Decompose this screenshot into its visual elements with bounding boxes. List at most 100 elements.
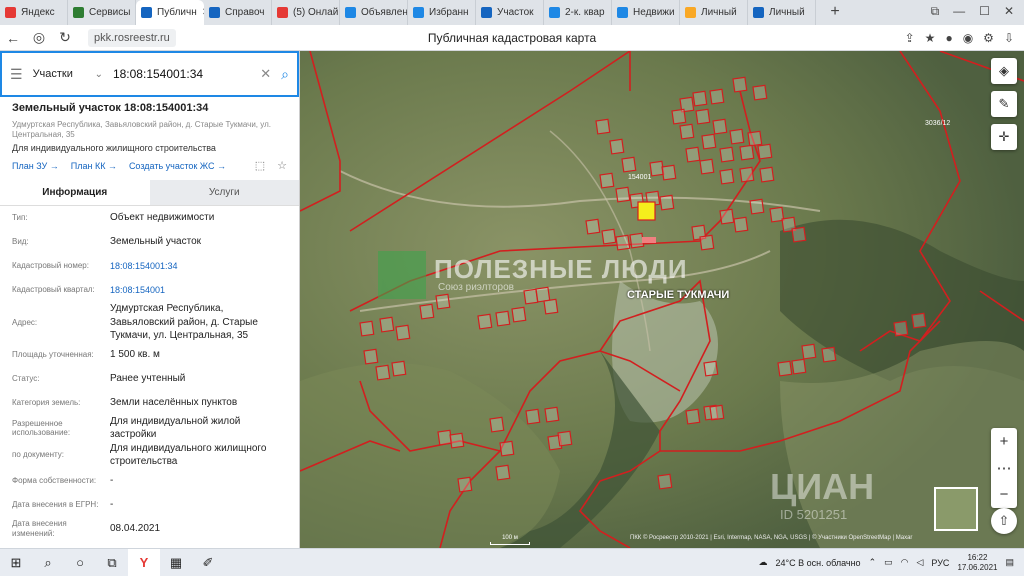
- cadastral-plot[interactable]: [379, 316, 395, 333]
- cadastral-plot[interactable]: [739, 166, 755, 183]
- cadastral-plot[interactable]: [615, 186, 631, 203]
- search-input[interactable]: 18:08:154001:34: [113, 67, 250, 81]
- chevron-down-icon[interactable]: ⌄: [95, 69, 103, 80]
- browser-tab[interactable]: Публичн✕: [136, 0, 204, 25]
- cadastral-plot[interactable]: [557, 430, 573, 447]
- cadastral-plot[interactable]: [791, 358, 807, 375]
- browser-tab[interactable]: Избранн: [408, 0, 476, 25]
- browser-tab[interactable]: Личный: [680, 0, 748, 25]
- cadastral-plot[interactable]: [709, 88, 725, 105]
- search-type-select[interactable]: Участки: [33, 68, 85, 80]
- task-view-icon[interactable]: ⧉: [96, 549, 128, 577]
- cadastral-plot[interactable]: [659, 194, 675, 211]
- cadastral-plot[interactable]: [719, 168, 735, 185]
- maximize-icon[interactable]: ☐: [979, 4, 990, 19]
- locate-icon[interactable]: ✛: [991, 124, 1017, 150]
- cadastral-plot[interactable]: [595, 118, 611, 135]
- selected-parcel-highlight[interactable]: [637, 201, 656, 221]
- browser-tab[interactable]: Яндекс: [0, 0, 68, 25]
- cadastral-plot[interactable]: [543, 298, 559, 315]
- cadastral-plot[interactable]: [719, 208, 735, 225]
- info-value[interactable]: 18:08:154001: [110, 284, 287, 296]
- cadastral-plot[interactable]: [759, 166, 775, 183]
- alice-icon[interactable]: ◉: [963, 31, 973, 45]
- minimize-icon[interactable]: —: [953, 4, 965, 19]
- cadastral-plot[interactable]: [685, 408, 701, 425]
- cadastral-plot[interactable]: [544, 406, 560, 423]
- tab-information[interactable]: Информация: [0, 180, 150, 205]
- favorite-icon[interactable]: ☆: [277, 159, 287, 172]
- cadastral-plot[interactable]: [679, 123, 695, 140]
- cadastral-plot[interactable]: [489, 416, 505, 433]
- cadastral-plot[interactable]: [911, 312, 927, 329]
- cadastral-plot[interactable]: [752, 84, 768, 101]
- cadastral-plot[interactable]: [893, 320, 909, 337]
- weather-text[interactable]: 24°C В осн. облачно: [775, 558, 860, 568]
- extension-icon[interactable]: ●: [945, 31, 952, 45]
- cadastral-plot[interactable]: [712, 118, 728, 135]
- cadastral-plot[interactable]: [477, 313, 493, 330]
- cadastral-plot[interactable]: [719, 146, 735, 163]
- minimap-thumbnail[interactable]: [934, 487, 978, 531]
- cadastral-plot[interactable]: [449, 432, 465, 449]
- cadastral-plot[interactable]: [609, 138, 625, 155]
- ruler-icon[interactable]: ✎: [991, 91, 1017, 117]
- cadastral-plot[interactable]: [699, 158, 715, 175]
- cadastral-plot[interactable]: [821, 346, 837, 363]
- windows-start-icon[interactable]: ⊞: [0, 549, 32, 577]
- plan-zu-link[interactable]: План ЗУ →: [12, 161, 59, 171]
- cadastral-plot[interactable]: [419, 303, 435, 320]
- cadastral-plot[interactable]: [709, 404, 725, 421]
- cadastral-plot[interactable]: [701, 133, 717, 150]
- tray-arrow-icon[interactable]: ⌃: [869, 557, 877, 568]
- cadastral-plot[interactable]: [777, 360, 793, 377]
- cadastral-plot[interactable]: [791, 226, 807, 243]
- zoom-more-button[interactable]: ⋯: [997, 459, 1012, 477]
- cadastral-plot[interactable]: [739, 144, 755, 161]
- cadastral-plot[interactable]: [692, 90, 708, 107]
- map-view[interactable]: 154001 ПОЛЕЗНЫЕ ЛЮДИ Союз риэлторов СТАР…: [300, 51, 1024, 548]
- cadastral-plot[interactable]: [495, 310, 511, 327]
- browser-tab[interactable]: 2-к. квар: [544, 0, 612, 25]
- cadastral-plot[interactable]: [671, 108, 687, 125]
- clock[interactable]: 16:22 17.06.2021: [957, 553, 997, 572]
- paint-icon[interactable]: ✐: [192, 549, 224, 577]
- wifi-icon[interactable]: ◠: [901, 557, 909, 568]
- cadastral-plot[interactable]: [801, 343, 817, 360]
- share-icon[interactable]: ⇪: [905, 31, 915, 45]
- clear-icon[interactable]: ✕: [260, 66, 271, 82]
- cadastral-plot[interactable]: [685, 146, 701, 163]
- new-tab-button[interactable]: +: [824, 1, 846, 23]
- cadastral-plot[interactable]: [757, 143, 773, 160]
- cadastral-plot[interactable]: [437, 429, 453, 446]
- downloads-icon[interactable]: ⇩: [1004, 31, 1014, 45]
- cadastral-plot[interactable]: [695, 108, 711, 125]
- browser-tab[interactable]: Объявлен: [340, 0, 408, 25]
- language-indicator[interactable]: РУС: [931, 558, 949, 568]
- weather-icon[interactable]: ☁: [758, 557, 767, 568]
- close-window-icon[interactable]: ✕: [1004, 4, 1014, 19]
- search-taskbar-icon[interactable]: ⌕: [32, 549, 64, 577]
- cadastral-plot[interactable]: [395, 324, 411, 341]
- create-parcel-link[interactable]: Создать участок ЖС →: [129, 161, 226, 171]
- compass-icon[interactable]: ⇧: [991, 508, 1017, 534]
- cadastral-plot[interactable]: [629, 232, 645, 249]
- calculator-icon[interactable]: ▦: [160, 549, 192, 577]
- url-field[interactable]: pkk.rosreestr.ru: [88, 28, 176, 47]
- settings-icon[interactable]: ⚙: [983, 31, 994, 45]
- network-icon[interactable]: ▭: [884, 557, 893, 568]
- browser-tab[interactable]: Справоч: [204, 0, 272, 25]
- cadastral-plot[interactable]: [747, 130, 763, 147]
- cadastral-plot[interactable]: [699, 234, 715, 251]
- info-value[interactable]: 18:08:154001:34: [110, 260, 287, 272]
- cadastral-plot[interactable]: [359, 320, 375, 337]
- yandex-browser-icon[interactable]: Y: [128, 548, 160, 577]
- cadastral-plot[interactable]: [729, 128, 745, 145]
- cortana-icon[interactable]: ○: [64, 549, 96, 577]
- cadastral-plot[interactable]: [601, 228, 617, 245]
- cadastral-plot[interactable]: [363, 348, 379, 365]
- reload-icon[interactable]: ↻: [52, 29, 78, 46]
- cadastral-plot[interactable]: [525, 408, 541, 425]
- cadastral-plot[interactable]: [495, 464, 511, 481]
- tab-services[interactable]: Услуги: [149, 180, 299, 206]
